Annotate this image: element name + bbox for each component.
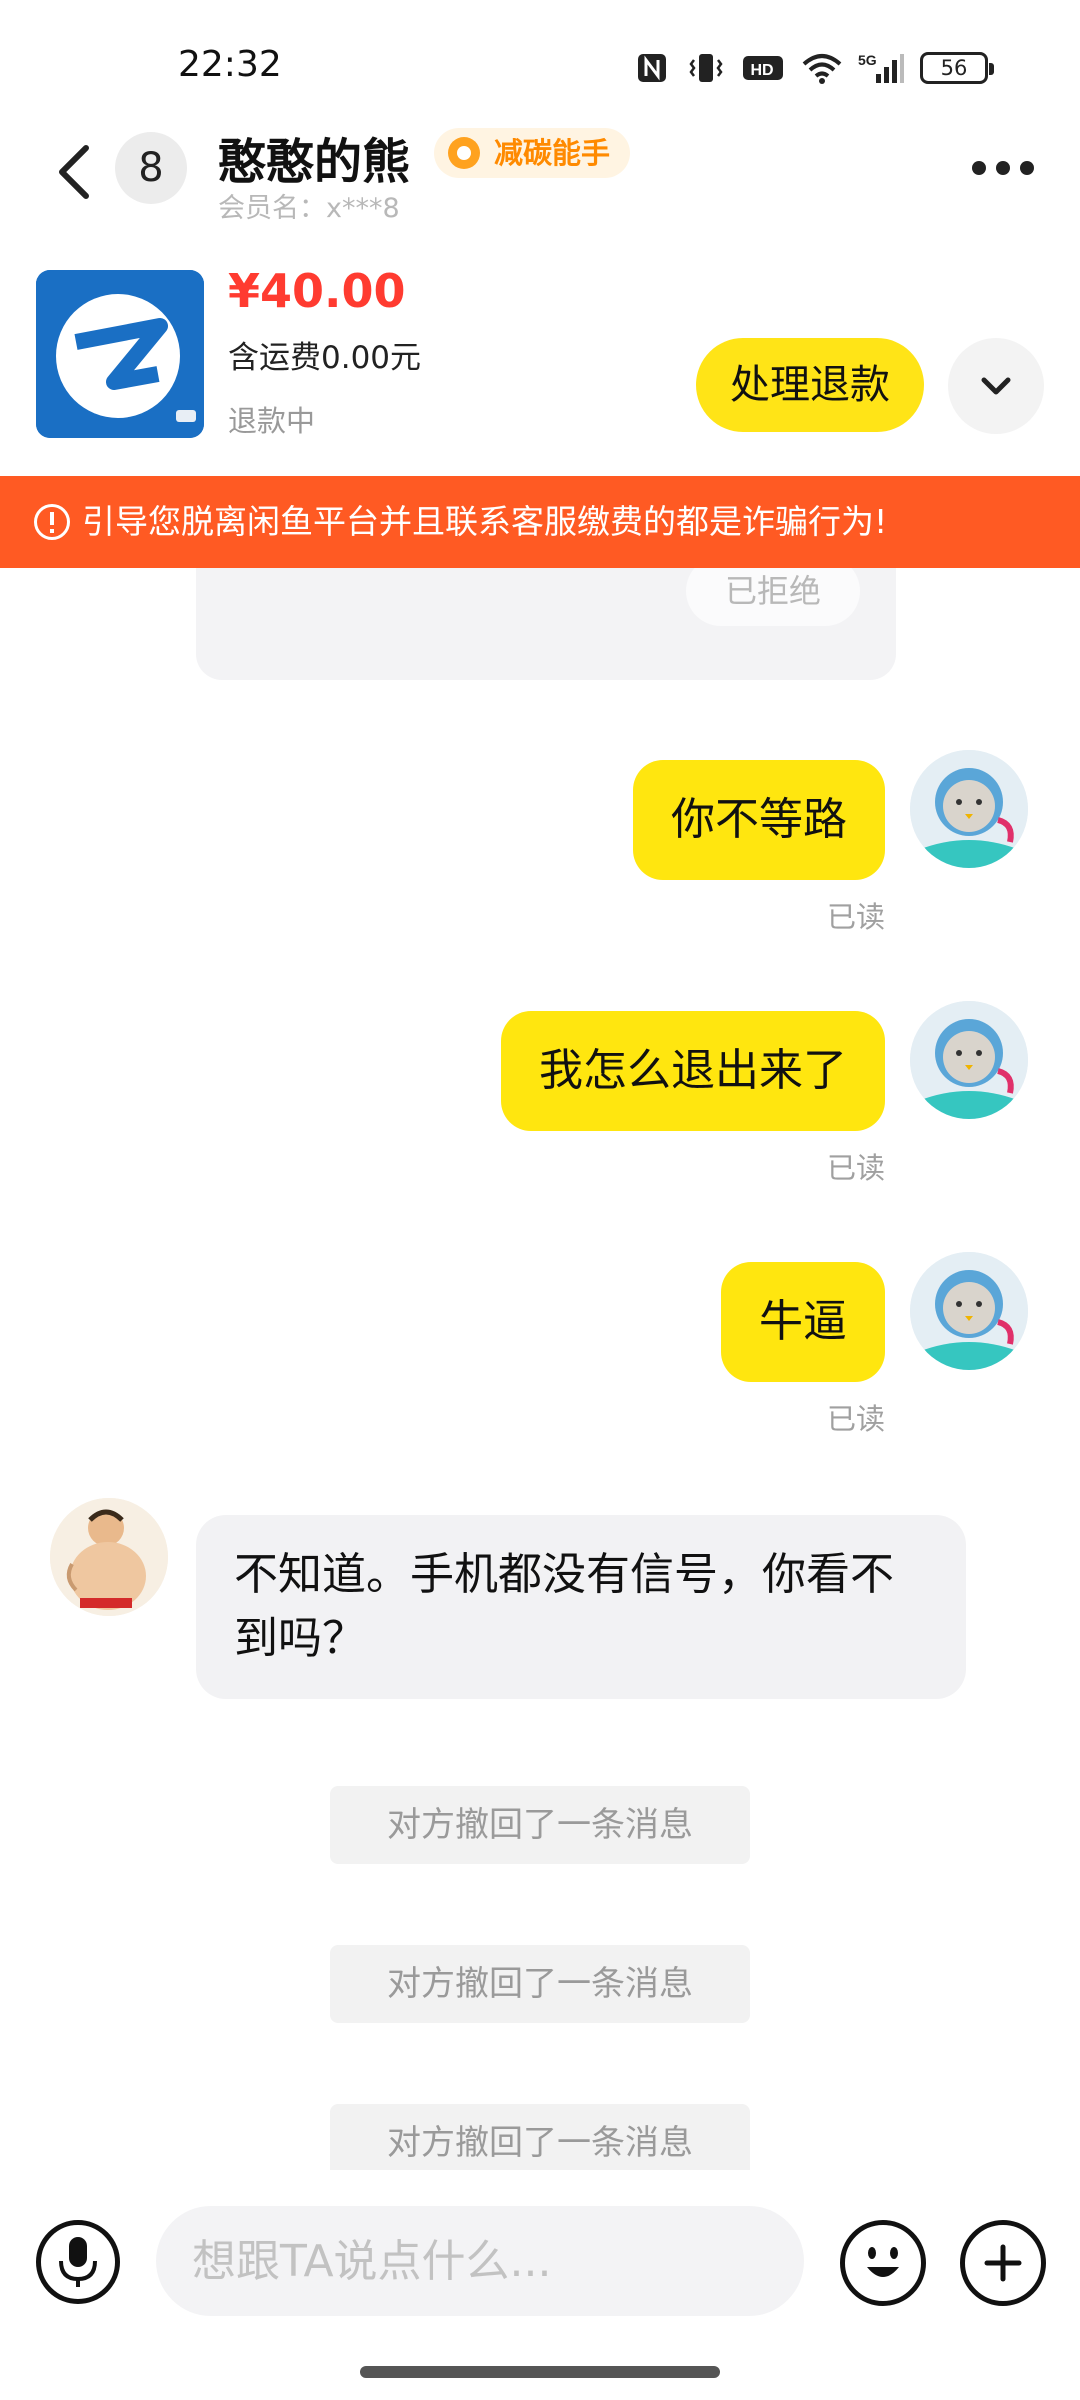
- back-arrow-icon[interactable]: [50, 140, 100, 204]
- message-input[interactable]: [156, 2206, 804, 2316]
- more-actions-button[interactable]: [960, 2220, 1046, 2306]
- fraud-warning-banner: 引导您脱离闲鱼平台并且联系客服缴费的都是诈骗行为!: [0, 476, 1080, 568]
- expand-card-button[interactable]: [948, 338, 1044, 434]
- process-refund-button[interactable]: 处理退款: [696, 338, 924, 432]
- plus-icon: [984, 2244, 1022, 2282]
- app-logo-image: [36, 270, 204, 438]
- my-avatar[interactable]: [910, 750, 1028, 868]
- svg-text:HD: HD: [750, 62, 773, 79]
- unread-count-badge[interactable]: 8: [115, 132, 187, 204]
- leaf-coin-icon: [448, 137, 480, 169]
- outgoing-message[interactable]: 我怎么退出来了: [501, 1011, 885, 1131]
- my-avatar[interactable]: [910, 1252, 1028, 1370]
- outgoing-message[interactable]: 牛逼: [721, 1262, 885, 1382]
- recalled-message-notice: 对方撤回了一条消息: [330, 1786, 750, 1864]
- refund-status: 退款中: [228, 404, 316, 438]
- cartoon-man-avatar-image: [50, 1498, 168, 1616]
- voice-input-button[interactable]: [36, 2220, 120, 2304]
- cat-avatar-image: [910, 750, 1028, 868]
- contact-name[interactable]: 憨憨的熊: [218, 122, 410, 192]
- alert-circle-icon: [34, 504, 70, 540]
- eco-badge[interactable]: 减碳能手: [434, 128, 631, 178]
- rejected-status-pill: 已拒绝: [686, 568, 860, 626]
- product-price: ¥40.00: [228, 264, 406, 318]
- read-receipt: 已读: [826, 1402, 885, 1436]
- microphone-icon: [59, 2237, 97, 2287]
- svg-text:5G: 5G: [858, 52, 877, 68]
- recalled-message-notice: 对方撤回了一条消息: [330, 2104, 750, 2170]
- my-avatar[interactable]: [910, 1001, 1028, 1119]
- contact-avatar[interactable]: [50, 1498, 168, 1616]
- nfc-icon: [638, 54, 666, 82]
- cat-avatar-image: [910, 1001, 1028, 1119]
- read-receipt: 已读: [826, 1151, 885, 1185]
- emoji-button[interactable]: [840, 2220, 926, 2306]
- member-name: 会员名：x***8: [218, 193, 400, 224]
- vibrate-icon: [689, 54, 723, 82]
- read-receipt: 已读: [826, 900, 885, 934]
- signal-icon: 5G: [858, 52, 904, 83]
- hd-icon: HD: [743, 56, 783, 80]
- recalled-message-notice: 对方撤回了一条消息: [330, 1945, 750, 2023]
- chevron-down-icon: [981, 377, 1011, 395]
- status-time: 22:32: [178, 44, 282, 85]
- emoji-face-icon: [867, 2247, 899, 2277]
- more-options-icon[interactable]: [970, 150, 1036, 186]
- wifi-icon: [802, 54, 842, 84]
- cat-avatar-image: [910, 1252, 1028, 1370]
- product-thumbnail[interactable]: [36, 270, 204, 438]
- battery-icon: 56: [920, 52, 994, 84]
- chat-messages[interactable]: 已拒绝 你不等路 已读 我怎么退出来了 已读 牛逼 已读 不知道。手机都没有信号…: [0, 568, 1080, 2170]
- incoming-message[interactable]: 不知道。手机都没有信号，你看不到吗？: [196, 1515, 966, 1699]
- home-indicator[interactable]: [360, 2366, 720, 2378]
- status-bar: 22:32 HD 5G 56: [0, 0, 1080, 130]
- eco-badge-label: 减碳能手: [494, 136, 611, 170]
- shipping-info: 含运费0.00元: [228, 340, 422, 376]
- outgoing-message[interactable]: 你不等路: [633, 760, 885, 880]
